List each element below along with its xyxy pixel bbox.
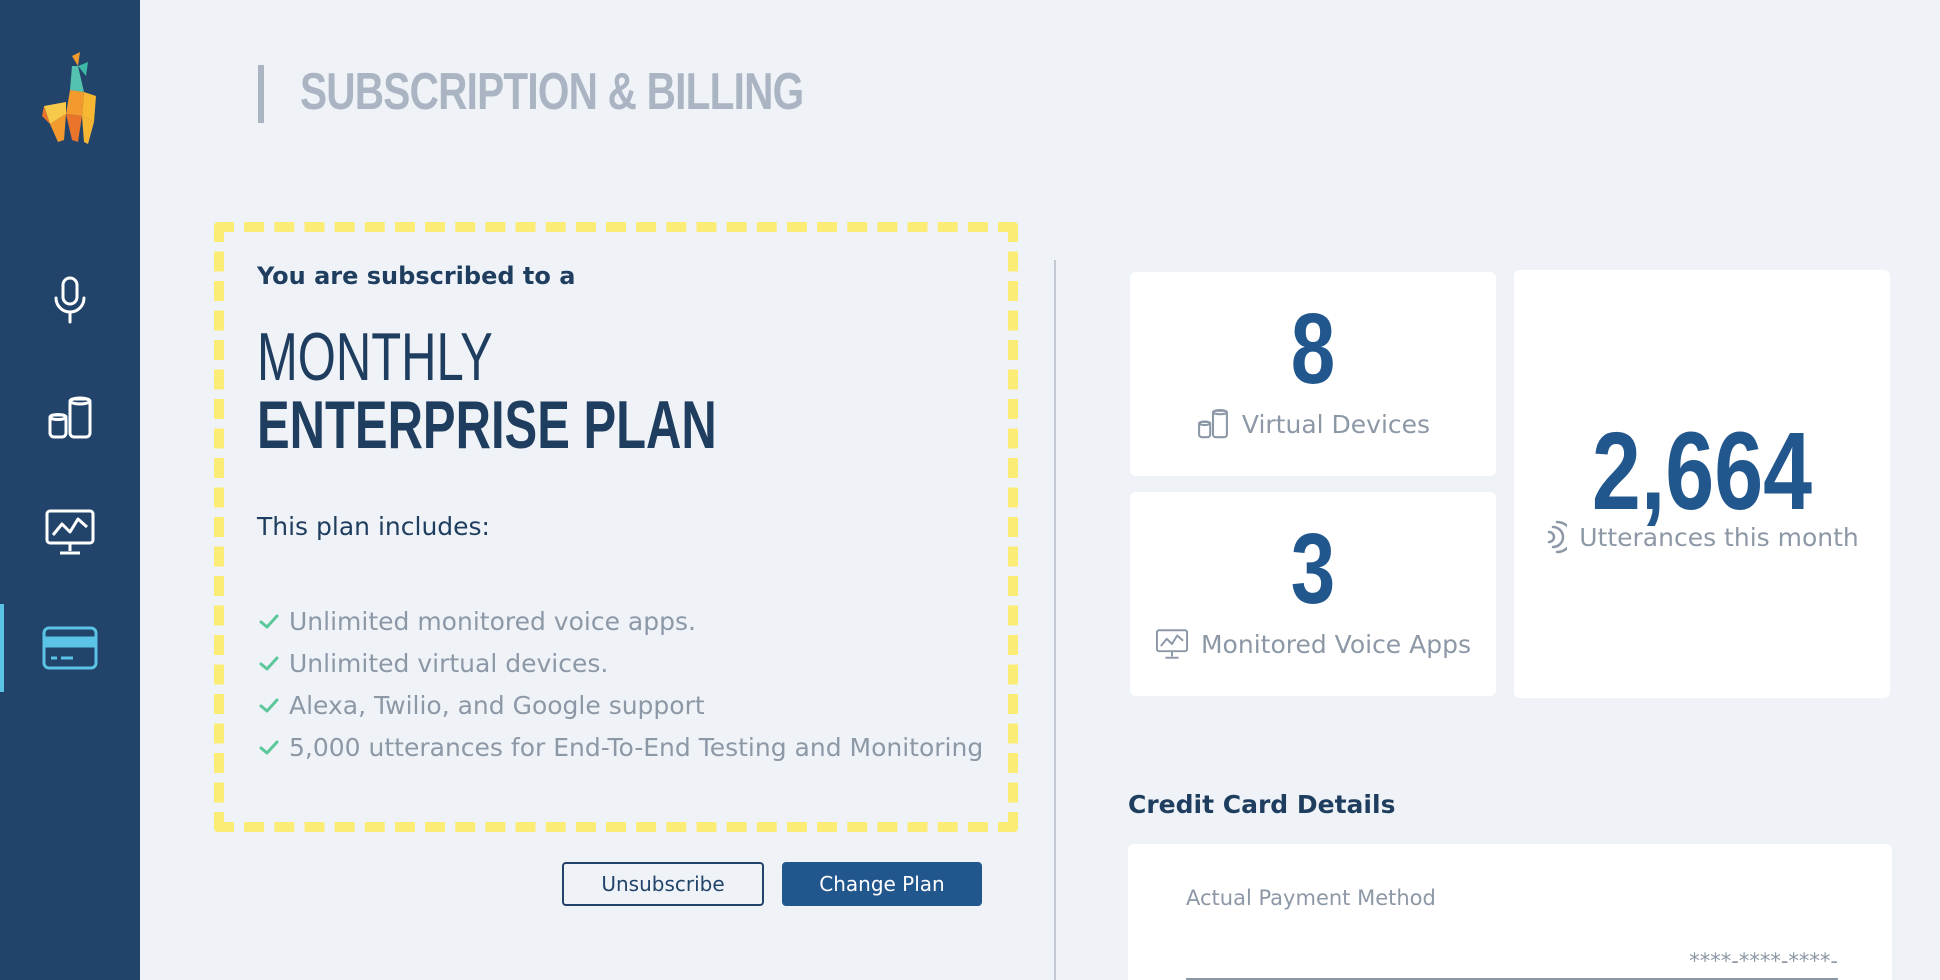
plan-includes-text: This plan includes:: [257, 512, 490, 541]
check-icon: [259, 656, 279, 671]
credit-card-panel: Actual Payment Method: [1128, 844, 1892, 980]
devices-icon: [1197, 409, 1228, 439]
monitored-apps-label: Monitored Voice Apps: [1200, 629, 1472, 659]
check-icon: [259, 698, 279, 713]
page-title: SUBSCRIPTION & BILLING: [300, 63, 804, 121]
utterances-count: 2,664: [1591, 410, 1813, 533]
plan-feature-item: 5,000 utterances for End-To-End Testing …: [257, 726, 983, 768]
monitored-apps-count: 3: [1290, 513, 1336, 625]
plan-feature-item: Unlimited virtual devices.: [257, 642, 983, 684]
vertical-divider: [1054, 260, 1056, 980]
monitor-chart-icon: [45, 509, 95, 555]
monitor-chart-icon: [1155, 629, 1189, 659]
plan-name: ENTERPRISE PLAN: [257, 387, 717, 463]
virtual-devices-label: Virtual Devices: [1241, 409, 1431, 439]
microphone-icon: [54, 276, 86, 324]
change-plan-button[interactable]: Change Plan: [782, 862, 982, 906]
plan-feature-item: Unlimited monitored voice apps.: [257, 600, 983, 642]
utterances-label-row: Utterances this month: [1514, 520, 1890, 554]
check-icon: [259, 740, 279, 755]
credit-card-icon: [42, 626, 98, 670]
utterances-card: 2,664 Utterances this month: [1514, 270, 1890, 698]
virtual-devices-label-row: Virtual Devices: [1130, 408, 1496, 440]
monitored-apps-label-row: Monitored Voice Apps: [1130, 628, 1496, 660]
utterances-label: Utterances this month: [1579, 522, 1859, 552]
llama-logo-icon[interactable]: [38, 52, 102, 146]
sidebar-item-voice-apps[interactable]: [0, 256, 140, 344]
monitored-apps-card: 3 Monitored Voice Apps: [1130, 492, 1496, 696]
plan-feature-list: Unlimited monitored voice apps. Unlimite…: [257, 600, 983, 768]
virtual-devices-card: 8 Virtual Devices: [1130, 272, 1496, 476]
payment-method-label: Actual Payment Method: [1186, 886, 1436, 910]
card-number-input[interactable]: [1186, 944, 1838, 980]
virtual-devices-count: 8: [1290, 293, 1336, 405]
plan-subscribed-text: You are subscribed to a: [257, 262, 576, 290]
credit-card-title: Credit Card Details: [1128, 790, 1396, 819]
devices-icon: [48, 396, 92, 439]
check-icon: [259, 614, 279, 629]
plan-period: MONTHLY: [257, 319, 493, 395]
unsubscribe-button[interactable]: Unsubscribe: [562, 862, 764, 906]
sidebar: [0, 0, 140, 980]
sound-wave-icon: [1547, 520, 1568, 554]
sidebar-item-billing[interactable]: [0, 604, 140, 692]
sidebar-item-monitoring[interactable]: [0, 488, 140, 576]
plan-feature-item: Alexa, Twilio, and Google support: [257, 684, 983, 726]
title-accent-bar: [258, 65, 264, 123]
sidebar-item-virtual-devices[interactable]: [0, 374, 140, 462]
